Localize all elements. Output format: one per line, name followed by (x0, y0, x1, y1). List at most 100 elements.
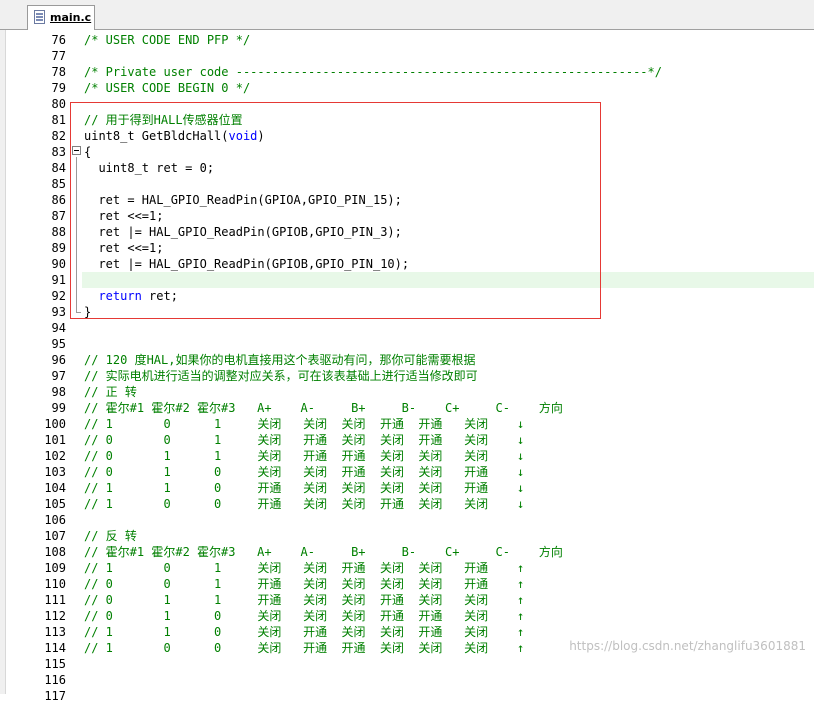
code-text: // 120 度HAL,如果你的电机直接用这个表驱动有问，那你可能需要根据 (84, 352, 475, 368)
code-text: // 1 0 1 关闭 关闭 关闭 开通 开通 关闭 ↓ (84, 416, 524, 432)
code-line[interactable]: 79 /* USER CODE BEGIN 0 */ (0, 80, 814, 96)
line-number: 100 (44, 417, 66, 431)
code-line[interactable]: 99 // 霍尔#1 霍尔#2 霍尔#3 A+ A- B+ B- C+ C- 方向 (0, 400, 814, 416)
code-text: /* Private user code -------------------… (84, 64, 662, 80)
code-line[interactable]: 106 (0, 512, 814, 528)
code-text: // 1 0 0 开通 关闭 关闭 开通 关闭 关闭 ↓ (84, 496, 524, 512)
line-number: 109 (44, 561, 66, 575)
line-number: 76 (51, 33, 66, 47)
code-line[interactable]: 97 // 实际电机进行适当的调整对应关系，可在该表基础上进行适当修改即可 (0, 368, 814, 384)
code-line[interactable]: 113 // 1 1 0 关闭 开通 关闭 关闭 开通 关闭 ↑ (0, 624, 814, 640)
code-line[interactable]: 76 /* USER CODE END PFP */ (0, 32, 814, 48)
code-text: // 0 0 1 关闭 开通 关闭 关闭 开通 关闭 ↓ (84, 432, 524, 448)
code-line[interactable]: 77 (0, 48, 814, 64)
code-text: /* USER CODE BEGIN 0 */ (84, 80, 250, 96)
line-number: 92 (51, 289, 66, 303)
code-line[interactable]: 107 // 反 转 (0, 528, 814, 544)
comment-token: // 1 0 0 关闭 开通 开通 关闭 关闭 关闭 ↑ (84, 641, 525, 655)
code-text: // 0 1 0 关闭 关闭 开通 关闭 关闭 开通 ↓ (84, 464, 524, 480)
line-number: 102 (44, 449, 66, 463)
line-number: 93 (51, 305, 66, 319)
watermark: https://blog.csdn.net/zhanglifu3601881 (569, 639, 806, 653)
comment-token: /* USER CODE BEGIN 0 */ (84, 81, 251, 95)
code-text: /* USER CODE END PFP */ (84, 32, 250, 48)
line-number: 114 (44, 641, 66, 655)
code-line[interactable]: 98 // 正 转 (0, 384, 814, 400)
line-number: 115 (44, 657, 66, 671)
code-text: // 0 1 0 关闭 关闭 关闭 开通 开通 关闭 ↑ (84, 608, 524, 624)
comment-token: // 1 1 0 开通 关闭 关闭 关闭 关闭 开通 ↓ (84, 481, 525, 495)
line-number: 79 (51, 81, 66, 95)
line-number: 77 (51, 49, 66, 63)
tab-bar: main.c (0, 0, 814, 30)
tab-main-c[interactable]: main.c (27, 5, 95, 30)
comment-token: // 120 度HAL,如果你的电机直接用这个表驱动有问，那你可能需要根据 (84, 353, 476, 367)
comment-token: // 0 1 1 关闭 开通 开通 关闭 关闭 关闭 ↓ (84, 449, 525, 463)
code-line[interactable]: 101 // 0 0 1 关闭 开通 关闭 关闭 开通 关闭 ↓ (0, 432, 814, 448)
comment-token: // 1 1 0 关闭 开通 关闭 关闭 开通 关闭 ↑ (84, 625, 525, 639)
code-line[interactable]: 117 (0, 688, 814, 704)
code-line[interactable]: 109 // 1 0 1 关闭 关闭 开通 关闭 关闭 开通 ↑ (0, 560, 814, 576)
code-line[interactable]: 112 // 0 1 0 关闭 关闭 关闭 开通 开通 关闭 ↑ (0, 608, 814, 624)
code-text: // 0 0 1 开通 关闭 关闭 关闭 关闭 开通 ↑ (84, 576, 524, 592)
comment-token: // 1 0 1 关闭 关闭 关闭 开通 开通 关闭 ↓ (84, 417, 525, 431)
line-number: 97 (51, 369, 66, 383)
comment-token: // 1 0 0 开通 关闭 关闭 开通 关闭 关闭 ↓ (84, 497, 525, 511)
comment-token: // 1 0 1 关闭 关闭 开通 关闭 关闭 开通 ↑ (84, 561, 525, 575)
line-number: 83 (51, 145, 66, 159)
comment-token: /* Private user code -------------------… (84, 65, 662, 79)
comment-token: /* USER CODE END PFP */ (84, 33, 251, 47)
code-editor[interactable]: 76 /* USER CODE END PFP */ 77 78 /* Private … (0, 30, 814, 703)
line-number: 86 (51, 193, 66, 207)
comment-token: // 正 转 (84, 385, 137, 399)
line-number: 101 (44, 433, 66, 447)
line-number: 108 (44, 545, 66, 559)
code-line[interactable]: 78 /* Private user code -----------------… (0, 64, 814, 80)
line-number: 110 (44, 577, 66, 591)
line-number: 107 (44, 529, 66, 543)
line-number: 111 (44, 593, 66, 607)
code-line[interactable]: 105 // 1 0 0 开通 关闭 关闭 开通 关闭 关闭 ↓ (0, 496, 814, 512)
line-number: 84 (51, 161, 66, 175)
comment-token: // 0 1 0 关闭 关闭 开通 关闭 关闭 开通 ↓ (84, 465, 525, 479)
code-line[interactable]: 102 // 0 1 1 关闭 开通 开通 关闭 关闭 关闭 ↓ (0, 448, 814, 464)
code-line[interactable]: 108 // 霍尔#1 霍尔#2 霍尔#3 A+ A- B+ B- C+ C- 方… (0, 544, 814, 560)
code-text: // 实际电机进行适当的调整对应关系，可在该表基础上进行适当修改即可 (84, 368, 478, 384)
code-line[interactable]: 96 // 120 度HAL,如果你的电机直接用这个表驱动有问，那你可能需要根据 (0, 352, 814, 368)
code-text: // 0 1 1 开通 关闭 关闭 开通 关闭 关闭 ↑ (84, 592, 524, 608)
line-number: 103 (44, 465, 66, 479)
code-line[interactable]: 110 // 0 0 1 开通 关闭 关闭 关闭 关闭 开通 ↑ (0, 576, 814, 592)
line-number: 96 (51, 353, 66, 367)
line-number: 78 (51, 65, 66, 79)
code-line[interactable]: 111 // 0 1 1 开通 关闭 关闭 开通 关闭 关闭 ↑ (0, 592, 814, 608)
code-text: // 1 1 0 关闭 开通 关闭 关闭 开通 关闭 ↑ (84, 624, 524, 640)
line-number: 91 (51, 273, 66, 287)
line-number: 99 (51, 401, 66, 415)
code-line[interactable]: 115 (0, 656, 814, 672)
comment-token: // 0 1 0 关闭 关闭 关闭 开通 开通 关闭 ↑ (84, 609, 525, 623)
code-line[interactable]: 94 (0, 320, 814, 336)
line-number: 104 (44, 481, 66, 495)
line-number: 106 (44, 513, 66, 527)
code-line[interactable]: 100 // 1 0 1 关闭 关闭 关闭 开通 开通 关闭 ↓ (0, 416, 814, 432)
line-number: 105 (44, 497, 66, 511)
line-number: 116 (44, 673, 66, 687)
code-text: // 1 1 0 开通 关闭 关闭 关闭 关闭 开通 ↓ (84, 480, 524, 496)
line-number: 88 (51, 225, 66, 239)
code-line[interactable]: 95 (0, 336, 814, 352)
line-number: 113 (44, 625, 66, 639)
comment-token: // 霍尔#1 霍尔#2 霍尔#3 A+ A- B+ B- C+ C- 方向 (84, 401, 563, 415)
line-number: 82 (51, 129, 66, 143)
line-number: 85 (51, 177, 66, 191)
code-line[interactable]: 104 // 1 1 0 开通 关闭 关闭 关闭 关闭 开通 ↓ (0, 480, 814, 496)
code-line[interactable]: 103 // 0 1 0 关闭 关闭 开通 关闭 关闭 开通 ↓ (0, 464, 814, 480)
line-number: 112 (44, 609, 66, 623)
line-number: 81 (51, 113, 66, 127)
line-number: 98 (51, 385, 66, 399)
comment-token: // 反 转 (84, 529, 137, 543)
code-text: // 0 1 1 关闭 开通 开通 关闭 关闭 关闭 ↓ (84, 448, 524, 464)
code-line[interactable]: 116 (0, 672, 814, 688)
file-icon (34, 10, 45, 24)
comment-token: // 霍尔#1 霍尔#2 霍尔#3 A+ A- B+ B- C+ C- 方向 (84, 545, 563, 559)
highlight-box (70, 102, 601, 319)
